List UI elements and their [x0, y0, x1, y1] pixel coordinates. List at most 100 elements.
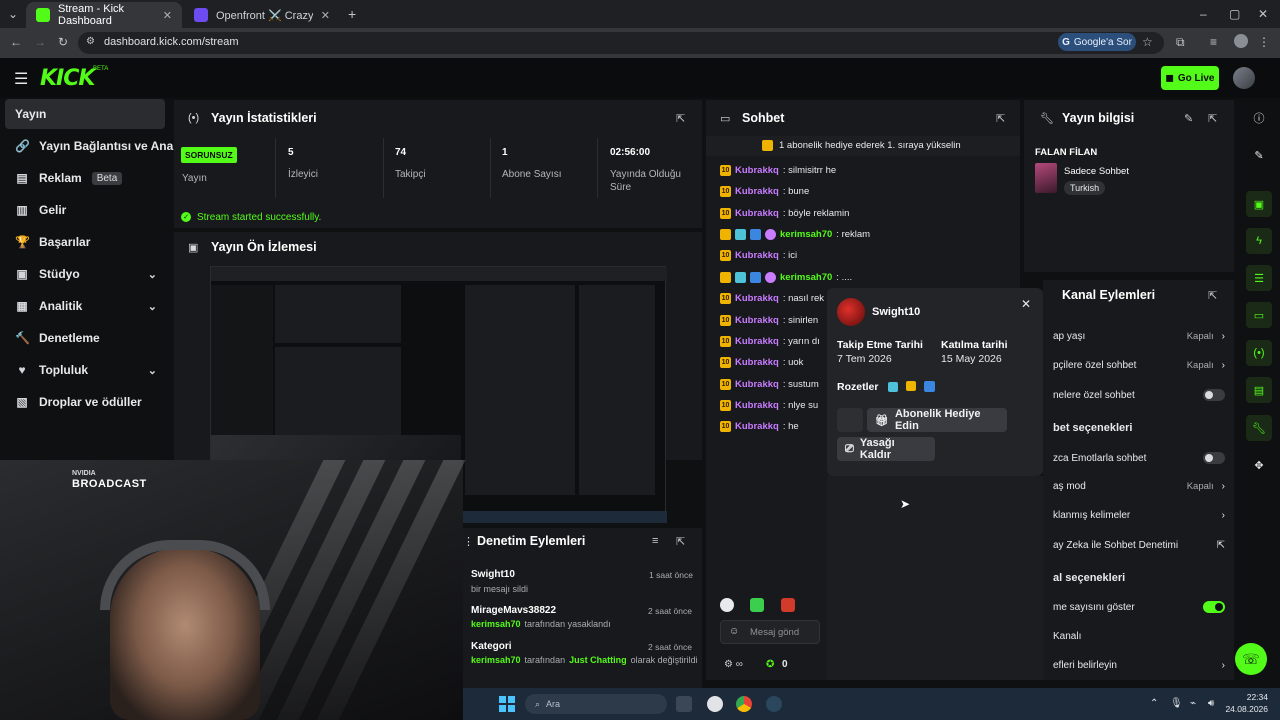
chat-message[interactable]: 10 Kubrakkq: silmisitrr he — [720, 165, 836, 176]
chat-username[interactable]: Kubrakkq — [735, 293, 779, 304]
tab-kick-dashboard[interactable]: Stream - Kick Dashboard ✕ — [26, 2, 182, 28]
toggle-switch[interactable] — [1203, 389, 1225, 401]
moderator-name[interactable]: kerimsah70 — [471, 655, 521, 665]
chat-username[interactable]: Kubrakkq — [735, 357, 779, 368]
site-info-icon[interactable]: ⚙ — [86, 36, 95, 47]
tab-list-icon[interactable]: ≡ — [1210, 35, 1217, 49]
mod-toggle-icon[interactable]: ▤ — [1246, 377, 1272, 403]
unban-button[interactable]: ⎚ Yasağı Kaldır — [837, 437, 935, 461]
add-widget-icon[interactable]: ✥ — [1246, 452, 1272, 478]
sidebar-item-reklam[interactable]: ▤ Reklam Beta — [5, 163, 165, 193]
chat-message[interactable]: kerimsah70: .... — [720, 272, 852, 283]
chat-message[interactable]: 10 Kubrakkq: bune — [720, 186, 809, 197]
clock-time[interactable]: 22:34 — [1228, 692, 1268, 702]
taskbar-search[interactable]: ⌕ Ara — [525, 694, 667, 714]
hamburger-menu-icon[interactable]: ☰ — [14, 69, 28, 89]
chat-message[interactable]: 10 Kubrakkq: sustum — [720, 379, 819, 390]
mod-action-user[interactable]: MirageMavs38822 — [471, 605, 556, 616]
network-icon[interactable]: ⌁ — [1190, 698, 1196, 709]
mic-tray-icon[interactable]: 🎙︎ — [1170, 698, 1183, 709]
windows-start-icon[interactable] — [499, 696, 515, 712]
go-live-button[interactable]: ◼ Go Live — [1161, 66, 1219, 90]
tray-chevron-icon[interactable]: ⌃ — [1150, 698, 1158, 709]
pencil-icon[interactable]: ✎ — [1246, 142, 1272, 168]
sidebar-item-topluluk[interactable]: ♥ Topluluk ⌄ — [5, 355, 165, 385]
setting-row[interactable]: Kanalı — [1053, 631, 1081, 642]
reload-icon[interactable]: ↻ — [58, 35, 68, 49]
new-tab-icon[interactable]: + — [348, 6, 356, 22]
toggle-switch[interactable] — [1203, 452, 1225, 464]
gift-subscription-button[interactable]: 🎁︎ Abonelik Hediye Edin — [867, 408, 1007, 432]
profile-avatar[interactable] — [1234, 34, 1248, 48]
mod-action-user[interactable]: Swight10 — [471, 569, 515, 580]
sidebar-item-gelir[interactable]: ▥ Gelir — [5, 195, 165, 225]
wrench-toggle-icon[interactable]: 🔧︎ — [1246, 415, 1272, 441]
close-tab-icon[interactable]: ✕ — [321, 9, 330, 22]
chat-message[interactable]: kerimsah70: reklam — [720, 229, 870, 240]
toggle-switch[interactable] — [1203, 601, 1225, 613]
stats-toggle-icon[interactable]: ▣ — [1246, 191, 1272, 217]
chat-username[interactable]: Kubrakkq — [735, 400, 779, 411]
chat-message[interactable]: 10 Kubrakkq: nlye su — [720, 400, 818, 411]
google-ask-chip[interactable]: G Google'a Sor — [1058, 33, 1136, 51]
bookmark-star-icon[interactable]: ☆ — [1142, 35, 1153, 49]
close-tab-icon[interactable]: ✕ — [163, 9, 172, 22]
sidebar-item-yayin[interactable]: Yayın — [5, 99, 165, 129]
user-avatar[interactable] — [1233, 67, 1255, 89]
close-popup-icon[interactable]: ✕ — [1021, 297, 1031, 311]
setting-row[interactable]: klanmış kelimeler › — [1053, 510, 1225, 521]
moderator-name[interactable]: kerimsah70 — [471, 619, 521, 629]
chat-username[interactable]: Kubrakkq — [735, 421, 779, 432]
chat-username[interactable]: Kubrakkq — [735, 208, 779, 219]
expand-icon[interactable]: ⇱ — [996, 112, 1005, 125]
chat-message[interactable]: 10 Kubrakkq: yarın dı — [720, 336, 820, 347]
chat-message[interactable]: 10 Kubrakkq: uok — [720, 357, 803, 368]
extensions-icon[interactable]: ⧉ — [1176, 35, 1185, 50]
chat-username[interactable]: kerimsah70 — [780, 229, 832, 240]
volume-icon[interactable]: 🔊︎ — [1208, 698, 1214, 709]
emote-icon[interactable] — [781, 598, 795, 612]
category-name[interactable]: Sadece Sohbet — [1064, 166, 1129, 177]
chat-message[interactable]: 10 Kubrakkq: he — [720, 421, 799, 432]
chat-settings-icon[interactable]: ⚙ ∞ — [724, 659, 743, 670]
emote-icon[interactable] — [750, 598, 764, 612]
expand-icon[interactable]: ⇱ — [676, 112, 685, 125]
browser-menu-icon[interactable]: ⋮ — [1258, 35, 1270, 49]
chat-username[interactable]: Kubrakkq — [735, 379, 779, 390]
edit-icon[interactable]: ✎ — [1184, 112, 1193, 125]
sidebar-item-basarilar[interactable]: 🏆 Başarılar — [5, 227, 165, 257]
clock-date[interactable]: 24.08.2026 — [1222, 704, 1268, 714]
chat-username[interactable]: Kubrakkq — [735, 165, 779, 176]
setting-row[interactable]: ap yaşı Kapalı › — [1053, 331, 1225, 342]
expand-icon[interactable]: ⇱ — [1208, 112, 1217, 125]
setting-row[interactable]: efleri belirleyin › — [1053, 660, 1225, 671]
sidebar-item-analitik[interactable]: ▦ Analitik ⌄ — [5, 291, 165, 321]
more-actions-button[interactable] — [837, 408, 863, 432]
task-view-icon[interactable] — [676, 696, 692, 712]
info-icon[interactable]: ⓘ — [1246, 105, 1272, 131]
kick-logo[interactable]: KICK — [40, 66, 95, 91]
url-field[interactable] — [78, 32, 1164, 54]
lightning-icon[interactable]: ϟ — [1246, 228, 1272, 254]
chat-username[interactable]: Kubrakkq — [735, 315, 779, 326]
tab-search-icon[interactable]: ⌄ — [8, 7, 18, 21]
tab-openfront[interactable]: Openfront ⚔️ CrazyGames'te o ✕ — [184, 2, 340, 28]
sidebar-item-stream-key[interactable]: 🔗 Yayın Bağlantısı ve Anahtar — [5, 131, 196, 161]
chat-message[interactable]: 10 Kubrakkq: sinirlen — [720, 315, 818, 326]
sidebar-item-droplar[interactable]: ▧ Droplar ve ödüller — [5, 387, 165, 417]
list-icon[interactable]: ☰ — [1246, 265, 1272, 291]
sidebar-item-studyo[interactable]: ▣ Stüdyo ⌄ — [5, 259, 165, 289]
chat-username[interactable]: kerimsah70 — [780, 272, 832, 283]
chat-username[interactable]: Kubrakkq — [735, 250, 779, 261]
chat-message[interactable]: 10 Kubrakkq: böyle reklamin — [720, 208, 849, 219]
close-window-icon[interactable]: ✕ — [1258, 7, 1268, 21]
expand-icon[interactable]: ⇱ — [1208, 289, 1217, 302]
popup-username[interactable]: Swight10 — [872, 306, 920, 318]
chat-message[interactable]: 10 Kubrakkq: nasıl rek — [720, 293, 824, 304]
steam-icon[interactable] — [766, 696, 782, 712]
broadcast-toggle-icon[interactable]: (•) — [1246, 340, 1272, 366]
expand-icon[interactable]: ⇱ — [676, 535, 685, 548]
emote-icon[interactable] — [720, 598, 734, 612]
chrome-icon[interactable] — [736, 696, 752, 712]
app-icon[interactable] — [707, 696, 723, 712]
